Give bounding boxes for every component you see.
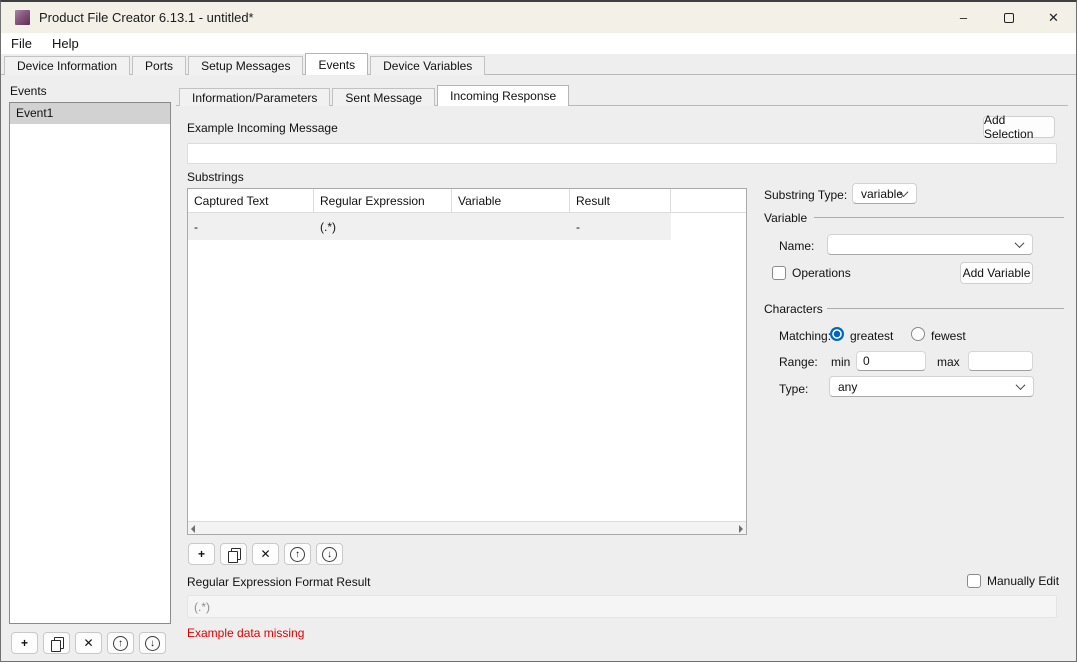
sub-tab-bar: Information/Parameters Sent Message Inco…	[179, 85, 571, 106]
substring-type-dropdown[interactable]: variable	[852, 183, 917, 204]
minimize-button[interactable]: –	[941, 2, 986, 33]
range-max-label: max	[937, 355, 960, 369]
move-event-up-button[interactable]: ↑	[107, 632, 134, 654]
scroll-right-icon[interactable]	[739, 525, 743, 533]
variable-name-dropdown[interactable]	[827, 234, 1033, 255]
tab-events[interactable]: Events	[305, 53, 368, 75]
table-header-row: Captured Text Regular Expression Variabl…	[188, 189, 746, 213]
type-label: Type:	[779, 382, 808, 396]
name-label: Name:	[779, 239, 814, 253]
cell-regular-expression[interactable]: (.*)	[314, 213, 452, 240]
chevron-down-icon	[1015, 238, 1025, 248]
add-substring-button[interactable]: +	[188, 543, 215, 565]
cell-captured-text[interactable]: -	[188, 213, 314, 240]
chevron-down-icon	[1016, 380, 1026, 390]
characters-group-title: Characters	[764, 302, 823, 316]
horizontal-scrollbar[interactable]	[188, 521, 746, 534]
variable-group-line	[814, 217, 1064, 218]
menu-bar: File Help	[1, 33, 1076, 54]
plus-icon: +	[198, 547, 205, 561]
tab-sent-message[interactable]: Sent Message	[332, 88, 435, 106]
maximize-button[interactable]	[986, 2, 1031, 33]
manually-edit-label: Manually Edit	[987, 574, 1059, 588]
up-arrow-icon: ↑	[113, 636, 128, 651]
manually-edit-checkbox[interactable]	[967, 574, 981, 588]
cell-variable[interactable]	[452, 213, 570, 240]
substrings-label: Substrings	[187, 170, 244, 184]
plus-icon: +	[21, 636, 28, 650]
add-variable-button[interactable]: Add Variable	[960, 262, 1033, 284]
events-toolbar: + ✕ ↑ ↓	[11, 632, 166, 654]
maximize-icon	[1004, 13, 1014, 23]
move-substring-up-button[interactable]: ↑	[284, 543, 311, 565]
matching-label: Matching:	[779, 329, 831, 343]
example-incoming-message-label: Example Incoming Message	[187, 121, 338, 135]
close-icon: ✕	[1048, 10, 1059, 26]
range-min-label: min	[831, 355, 850, 369]
column-header-regular-expression[interactable]: Regular Expression	[314, 189, 452, 212]
tab-device-information[interactable]: Device Information	[4, 56, 130, 75]
tab-device-variables[interactable]: Device Variables	[370, 56, 485, 75]
main-tab-bar: Device Information Ports Setup Messages …	[4, 53, 487, 75]
down-arrow-icon: ↓	[145, 636, 160, 651]
application-window: Product File Creator 6.13.1 - untitled* …	[0, 0, 1077, 662]
regex-format-result-label: Regular Expression Format Result	[187, 575, 370, 589]
events-panel-label: Events	[10, 84, 47, 98]
copy-icon	[51, 637, 63, 650]
operations-checkbox[interactable]	[772, 266, 786, 280]
delete-event-button[interactable]: ✕	[75, 632, 102, 654]
delete-icon: ✕	[260, 547, 270, 561]
add-selection-button[interactable]: Add Selection	[983, 116, 1055, 138]
menu-help[interactable]: Help	[42, 33, 89, 54]
tab-ports[interactable]: Ports	[132, 56, 186, 75]
move-event-down-button[interactable]: ↓	[139, 632, 166, 654]
variable-group-title: Variable	[764, 211, 807, 225]
matching-greatest-label: greatest	[850, 329, 893, 343]
range-min-input[interactable]	[856, 351, 926, 371]
events-list[interactable]: Event1	[9, 102, 171, 624]
menu-file[interactable]: File	[1, 33, 42, 54]
add-event-button[interactable]: +	[11, 632, 38, 654]
matching-fewest-radio[interactable]	[911, 327, 925, 341]
range-label: Range:	[779, 355, 818, 369]
down-arrow-icon: ↓	[322, 547, 337, 562]
window-title: Product File Creator 6.13.1 - untitled*	[39, 10, 254, 25]
matching-fewest-label: fewest	[931, 329, 966, 343]
column-header-captured-text[interactable]: Captured Text	[188, 189, 314, 212]
column-header-variable[interactable]: Variable	[452, 189, 570, 212]
substrings-toolbar: + ✕ ↑ ↓	[188, 543, 343, 565]
tab-setup-messages[interactable]: Setup Messages	[188, 56, 303, 75]
cell-result[interactable]: -	[570, 213, 671, 240]
substring-type-value: variable	[861, 187, 903, 201]
minimize-icon: –	[960, 10, 967, 25]
copy-icon	[228, 548, 240, 561]
up-arrow-icon: ↑	[290, 547, 305, 562]
matching-greatest-radio[interactable]	[830, 327, 844, 341]
regex-format-result-field: (.*)	[187, 595, 1057, 618]
scroll-left-icon[interactable]	[191, 525, 195, 533]
operations-label: Operations	[792, 266, 851, 280]
delete-substring-button[interactable]: ✕	[252, 543, 279, 565]
copy-event-button[interactable]	[43, 632, 70, 654]
character-type-dropdown[interactable]: any	[829, 376, 1034, 397]
window-controls: – ✕	[941, 2, 1076, 33]
title-bar: Product File Creator 6.13.1 - untitled* …	[1, 2, 1076, 33]
substring-type-label: Substring Type:	[764, 188, 847, 202]
character-type-value: any	[838, 380, 857, 394]
error-message: Example data missing	[187, 626, 304, 640]
range-max-input[interactable]	[968, 351, 1033, 371]
app-icon	[15, 10, 30, 25]
example-incoming-message-input[interactable]	[187, 143, 1057, 164]
table-row[interactable]: - (.*) -	[188, 213, 746, 240]
copy-substring-button[interactable]	[220, 543, 247, 565]
substrings-table[interactable]: Captured Text Regular Expression Variabl…	[187, 188, 747, 535]
list-item-event1[interactable]: Event1	[10, 103, 170, 124]
tab-information-parameters[interactable]: Information/Parameters	[179, 88, 330, 106]
move-substring-down-button[interactable]: ↓	[316, 543, 343, 565]
delete-icon: ✕	[83, 636, 93, 650]
close-button[interactable]: ✕	[1031, 2, 1076, 33]
tab-incoming-response[interactable]: Incoming Response	[437, 85, 569, 106]
column-header-result[interactable]: Result	[570, 189, 671, 212]
characters-group-line	[827, 308, 1064, 309]
